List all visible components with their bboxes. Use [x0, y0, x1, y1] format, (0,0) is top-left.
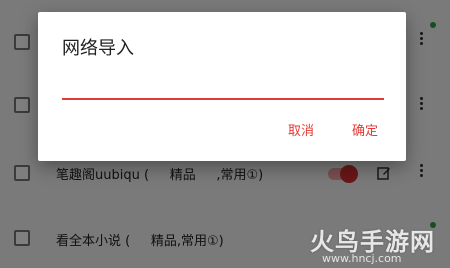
dialog-title: 网络导入 [62, 38, 134, 59]
site-watermark: 火鸟手游网 www.hncj.com [300, 222, 450, 268]
network-import-dialog: 网络导入 取消 确定 [38, 12, 406, 161]
cancel-button[interactable]: 取消 [284, 118, 318, 141]
url-input[interactable] [62, 72, 384, 100]
confirm-button[interactable]: 确定 [348, 118, 382, 141]
watermark-url: www.hncj.com [322, 252, 402, 265]
